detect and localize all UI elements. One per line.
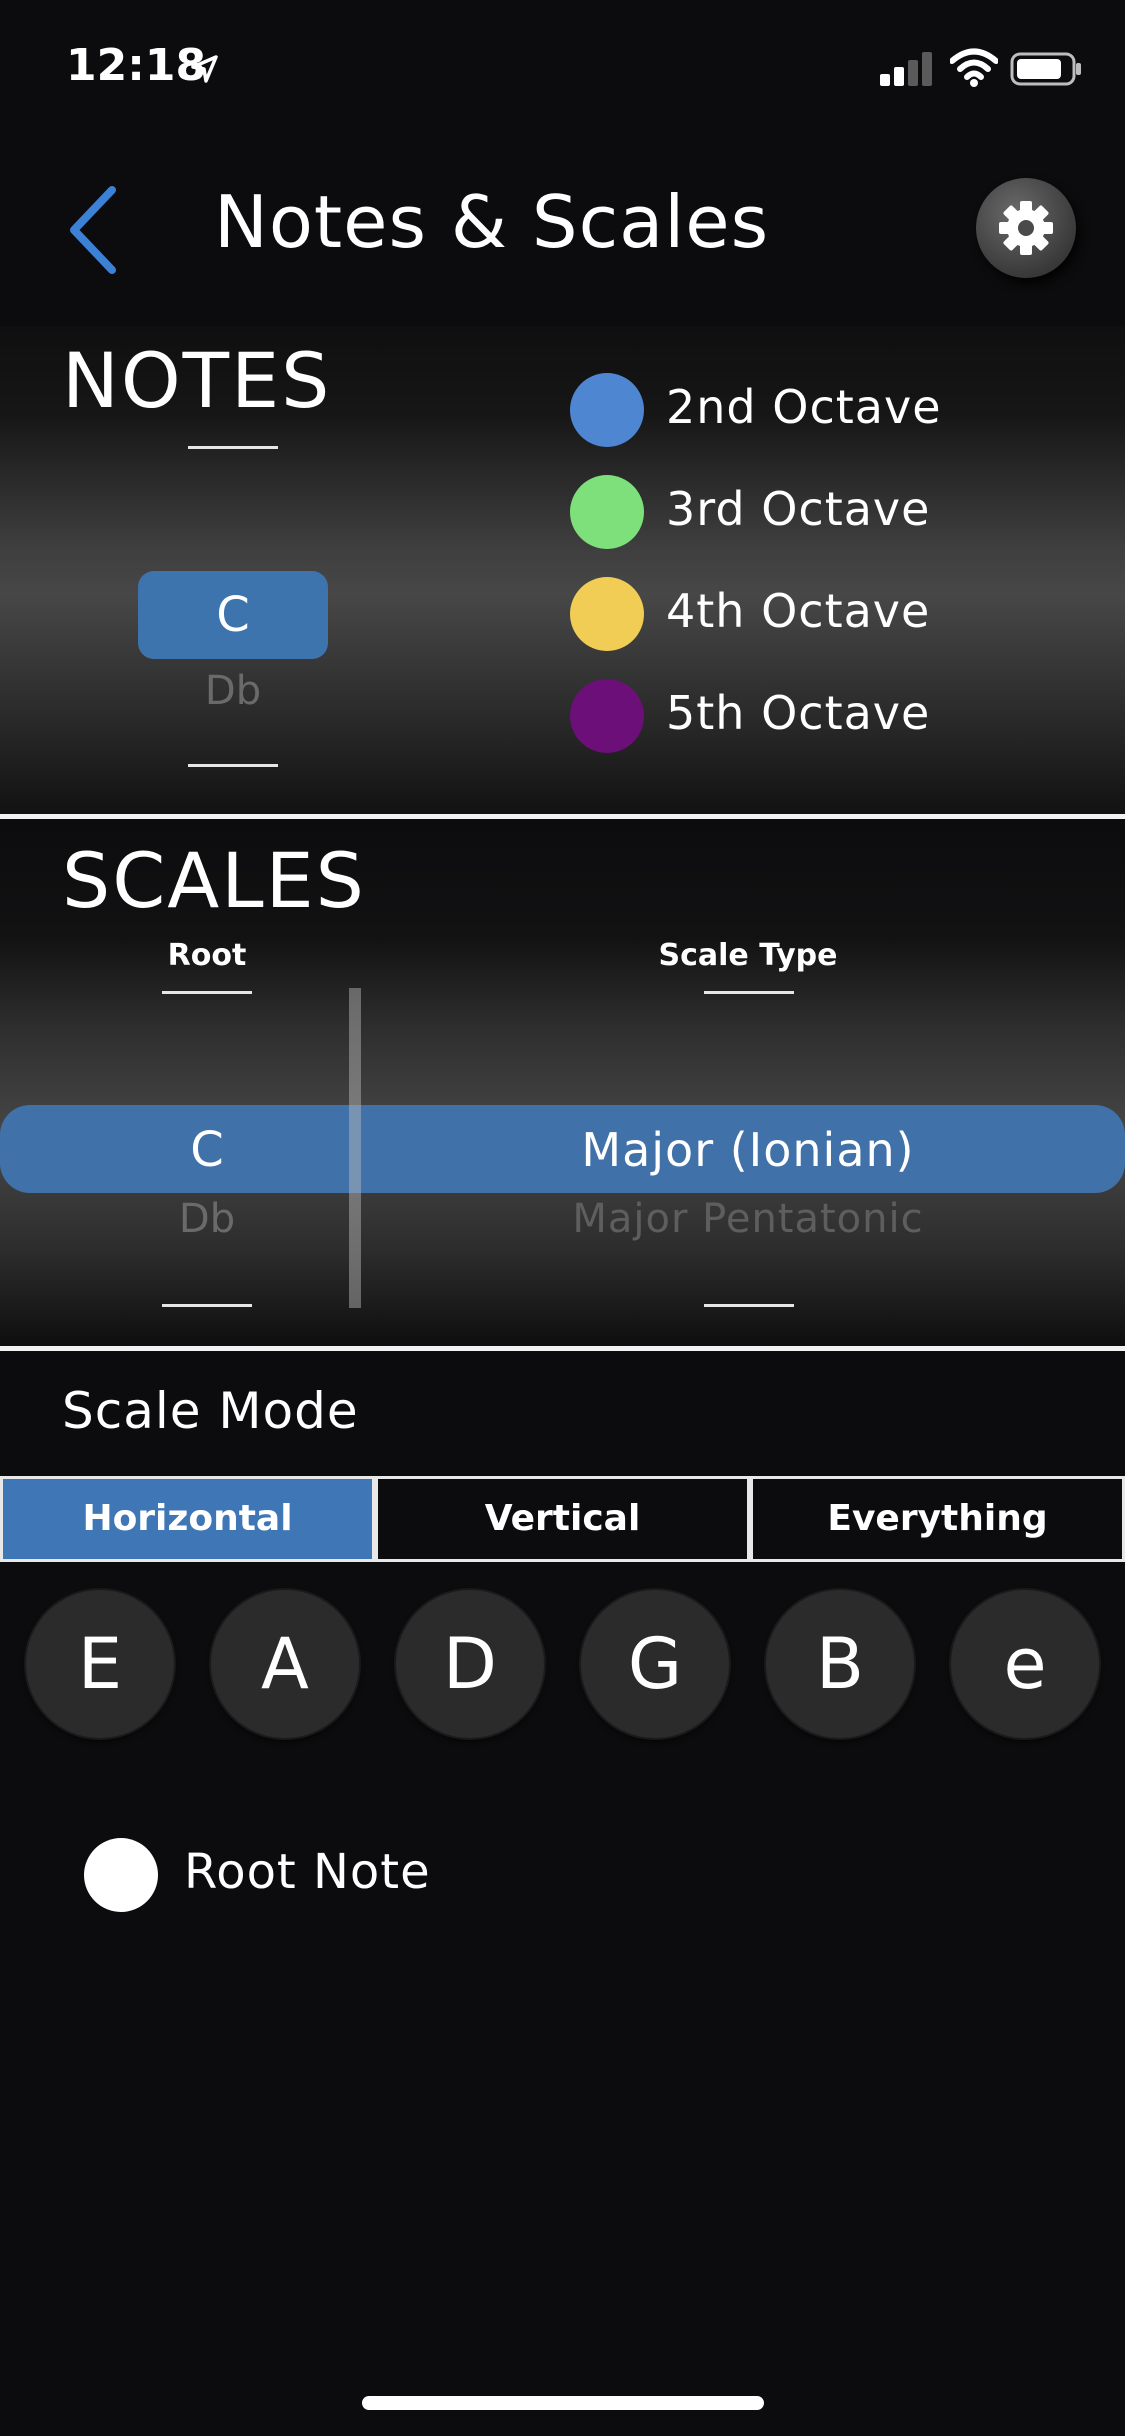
back-button[interactable] (60, 180, 130, 280)
wifi-icon (950, 48, 998, 87)
picker-column-separator (349, 988, 361, 1308)
notes-picker-bottom-line (188, 764, 278, 767)
scale-type-picker-selected[interactable]: Major (Ionian) (500, 1108, 996, 1192)
settings-button[interactable] (976, 178, 1076, 278)
octave-3-label: 3rd Octave (666, 482, 931, 536)
root-note-dot (84, 1838, 158, 1912)
string-button-low-e[interactable]: E (26, 1590, 174, 1738)
octave-4-label: 4th Octave (666, 584, 931, 638)
root-picker-bottom-line (162, 1304, 252, 1307)
gear-icon (999, 201, 1053, 255)
section-divider (0, 814, 1125, 819)
octave-2-label: 2nd Octave (666, 380, 942, 434)
scale-mode-everything-tab[interactable]: Everything (750, 1476, 1125, 1562)
notes-section-title: NOTES (62, 336, 332, 425)
notes-picker-next[interactable]: Db (138, 668, 328, 714)
scale-type-picker-bottom-line (704, 1304, 794, 1307)
scales-section-title: SCALES (62, 836, 366, 925)
status-time: 12:18 (66, 40, 207, 91)
string-button-d[interactable]: D (396, 1590, 544, 1738)
page-title: Notes & Scales (214, 180, 770, 264)
battery-icon (1010, 52, 1081, 86)
notes-picker-top-line (188, 446, 278, 449)
string-button-high-e[interactable]: e (951, 1590, 1099, 1738)
string-button-a[interactable]: A (211, 1590, 359, 1738)
octave-5-label: 5th Octave (666, 686, 931, 740)
root-note-label: Root Note (184, 1844, 431, 1900)
root-picker-next[interactable]: Db (100, 1196, 314, 1242)
section-divider (0, 1346, 1125, 1351)
scale-mode-vertical-tab[interactable]: Vertical (375, 1476, 750, 1562)
root-picker-selected[interactable]: C (100, 1108, 314, 1192)
scale-mode-horizontal-tab[interactable]: Horizontal (0, 1476, 375, 1562)
chevron-left-icon (70, 186, 116, 274)
string-button-g[interactable]: G (581, 1590, 729, 1738)
home-indicator (362, 2396, 764, 2410)
scale-type-picker-next[interactable]: Major Pentatonic (500, 1196, 996, 1242)
scale-type-picker-top-line (704, 991, 794, 994)
octave-5-color-dot (570, 679, 644, 753)
octave-4-color-dot (570, 577, 644, 651)
octave-2-color-dot (570, 373, 644, 447)
cellular-signal-icon (880, 52, 932, 86)
root-picker-top-line (162, 991, 252, 994)
octave-3-color-dot (570, 475, 644, 549)
root-column-label: Root (167, 938, 247, 973)
string-button-b[interactable]: B (766, 1590, 914, 1738)
notes-picker-selected[interactable]: C (138, 571, 328, 659)
scale-type-column-label: Scale Type (658, 938, 838, 973)
scale-mode-label: Scale Mode (62, 1382, 359, 1440)
location-arrow-icon (191, 55, 218, 83)
